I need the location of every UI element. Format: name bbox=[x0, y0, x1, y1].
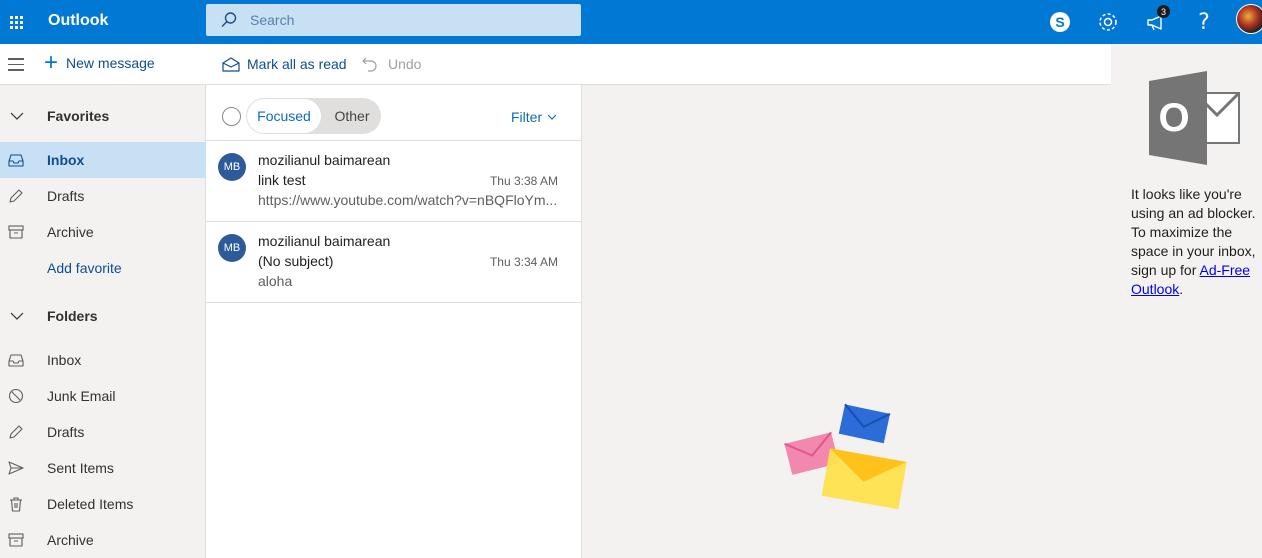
favorites-header[interactable]: Favorites bbox=[0, 98, 206, 134]
folders-header[interactable]: Folders bbox=[0, 298, 206, 334]
message-row[interactable]: MB mozilianul baimarean link test Thu 3:… bbox=[206, 141, 582, 222]
plus-icon: + bbox=[44, 49, 59, 76]
chevron-down-icon bbox=[10, 112, 24, 120]
top-bar: Outlook S 3 ? bbox=[0, 0, 1262, 44]
add-favorite-link[interactable]: Add favorite bbox=[0, 250, 206, 286]
mark-all-read-label: Mark all as read bbox=[247, 56, 347, 72]
archive-icon bbox=[8, 533, 24, 547]
message-row[interactable]: MB mozilianul baimarean (No subject) Thu… bbox=[206, 222, 582, 303]
block-icon bbox=[8, 388, 24, 404]
nav-item-favorites-drafts[interactable]: Drafts bbox=[0, 178, 206, 214]
message-subject: link test bbox=[258, 172, 306, 188]
settings-button[interactable] bbox=[1092, 6, 1124, 38]
skype-button[interactable]: S bbox=[1044, 6, 1076, 38]
svg-text:O: O bbox=[1158, 96, 1189, 140]
inbox-pivot: Focused Other bbox=[246, 98, 381, 134]
nav-item-inbox[interactable]: Inbox bbox=[0, 342, 206, 378]
nav-item-deleted-items[interactable]: Deleted Items bbox=[0, 486, 206, 522]
select-all-checkbox[interactable] bbox=[222, 107, 241, 126]
new-message-button[interactable]: + New message bbox=[44, 49, 155, 76]
message-preview: https://www.youtube.com/watch?v=nBQFloYm… bbox=[258, 192, 558, 208]
sender-avatar: MB bbox=[218, 234, 246, 262]
archive-icon bbox=[8, 225, 24, 239]
message-time: Thu 3:38 AM bbox=[489, 174, 558, 188]
command-bar: + New message Mark all as read Undo bbox=[0, 44, 1111, 85]
message-sender: mozilianul baimarean bbox=[258, 152, 391, 168]
message-list-header: Focused Other Filter bbox=[206, 85, 582, 141]
inbox-icon bbox=[8, 154, 24, 167]
chevron-down-icon bbox=[10, 312, 24, 320]
nav-item-junk-email[interactable]: Junk Email bbox=[0, 378, 206, 414]
mark-all-read-button[interactable]: Mark all as read bbox=[222, 56, 347, 72]
nav-item-favorites-archive[interactable]: Archive bbox=[0, 214, 206, 250]
ad-blocker-message: It looks like you're using an ad blocker… bbox=[1131, 186, 1256, 297]
open-envelope-icon bbox=[222, 57, 240, 72]
trash-icon bbox=[10, 497, 22, 512]
sender-avatar: MB bbox=[218, 153, 246, 181]
inbox-icon bbox=[8, 354, 24, 367]
nav-item-drafts[interactable]: Drafts bbox=[0, 414, 206, 450]
reading-pane bbox=[582, 85, 1111, 558]
ad-pane: O It looks like you're using an ad block… bbox=[1111, 44, 1262, 558]
message-list: Focused Other Filter MB mozilianul baima… bbox=[206, 85, 582, 558]
user-avatar[interactable] bbox=[1236, 4, 1262, 34]
undo-icon bbox=[362, 57, 377, 72]
outlook-logo-icon: O bbox=[1149, 71, 1241, 165]
gear-icon bbox=[1099, 13, 1117, 31]
help-button[interactable]: ? bbox=[1188, 6, 1220, 38]
new-message-label: New message bbox=[66, 55, 155, 71]
nav-item-sent-items[interactable]: Sent Items bbox=[0, 450, 206, 486]
skype-icon: S bbox=[1050, 12, 1070, 32]
message-preview: aloha bbox=[258, 273, 293, 289]
search-input[interactable] bbox=[250, 12, 550, 28]
undo-button[interactable]: Undo bbox=[362, 56, 421, 72]
search-icon bbox=[220, 11, 238, 29]
tab-other[interactable]: Other bbox=[324, 99, 380, 133]
tab-focused[interactable]: Focused bbox=[247, 99, 321, 133]
nav-item-archive[interactable]: Archive bbox=[0, 522, 206, 558]
nav-item-favorites-inbox[interactable]: Inbox bbox=[0, 142, 206, 178]
message-subject: (No subject) bbox=[258, 253, 334, 269]
waffle-icon bbox=[9, 15, 23, 29]
envelopes-illustration bbox=[784, 403, 907, 510]
undo-label: Undo bbox=[388, 56, 422, 72]
message-time: Thu 3:34 AM bbox=[489, 255, 558, 269]
notification-badge: 3 bbox=[1157, 5, 1170, 18]
filter-label: Filter bbox=[511, 109, 543, 125]
app-launcher-button[interactable] bbox=[0, 0, 32, 44]
send-icon bbox=[8, 461, 24, 475]
pencil-icon bbox=[9, 425, 23, 439]
whats-new-button[interactable]: 3 bbox=[1140, 5, 1172, 38]
svg-text:S: S bbox=[1055, 14, 1064, 30]
pencil-icon bbox=[9, 189, 23, 203]
folder-pane: Favorites Inbox Drafts Archive Add favor… bbox=[0, 85, 206, 558]
message-sender: mozilianul baimarean bbox=[258, 233, 391, 249]
app-title[interactable]: Outlook bbox=[48, 12, 108, 30]
chevron-down-icon bbox=[547, 114, 557, 120]
question-icon: ? bbox=[1198, 9, 1210, 35]
hamburger-icon[interactable] bbox=[8, 58, 24, 75]
search-box[interactable] bbox=[206, 4, 581, 36]
filter-button[interactable]: Filter bbox=[511, 109, 558, 125]
